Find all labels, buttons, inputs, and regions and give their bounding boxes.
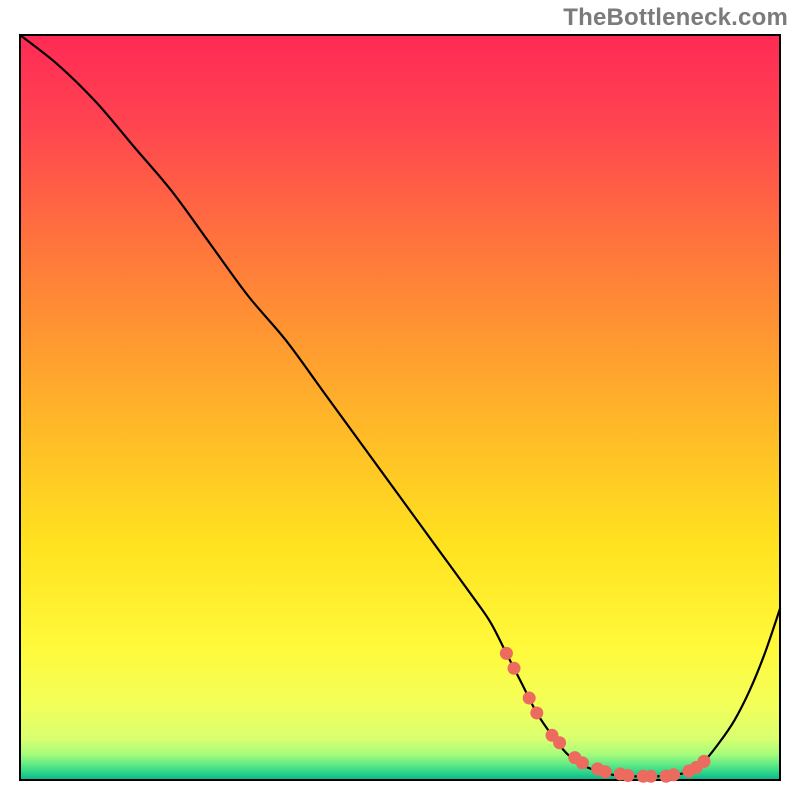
chart-stage: TheBottleneck.com — [0, 0, 800, 800]
highlight-dot — [523, 692, 536, 705]
highlight-dot — [530, 706, 543, 719]
bottleneck-chart — [0, 0, 800, 800]
highlight-dot — [698, 755, 711, 768]
highlight-dot — [622, 769, 635, 782]
highlight-dot — [553, 736, 566, 749]
highlight-dot — [576, 756, 589, 769]
watermark-text: TheBottleneck.com — [563, 4, 788, 32]
highlight-dot — [599, 765, 612, 778]
highlight-dot — [508, 662, 521, 675]
highlight-dot — [667, 768, 680, 781]
highlight-dot — [500, 647, 513, 660]
highlight-dot — [644, 770, 657, 783]
